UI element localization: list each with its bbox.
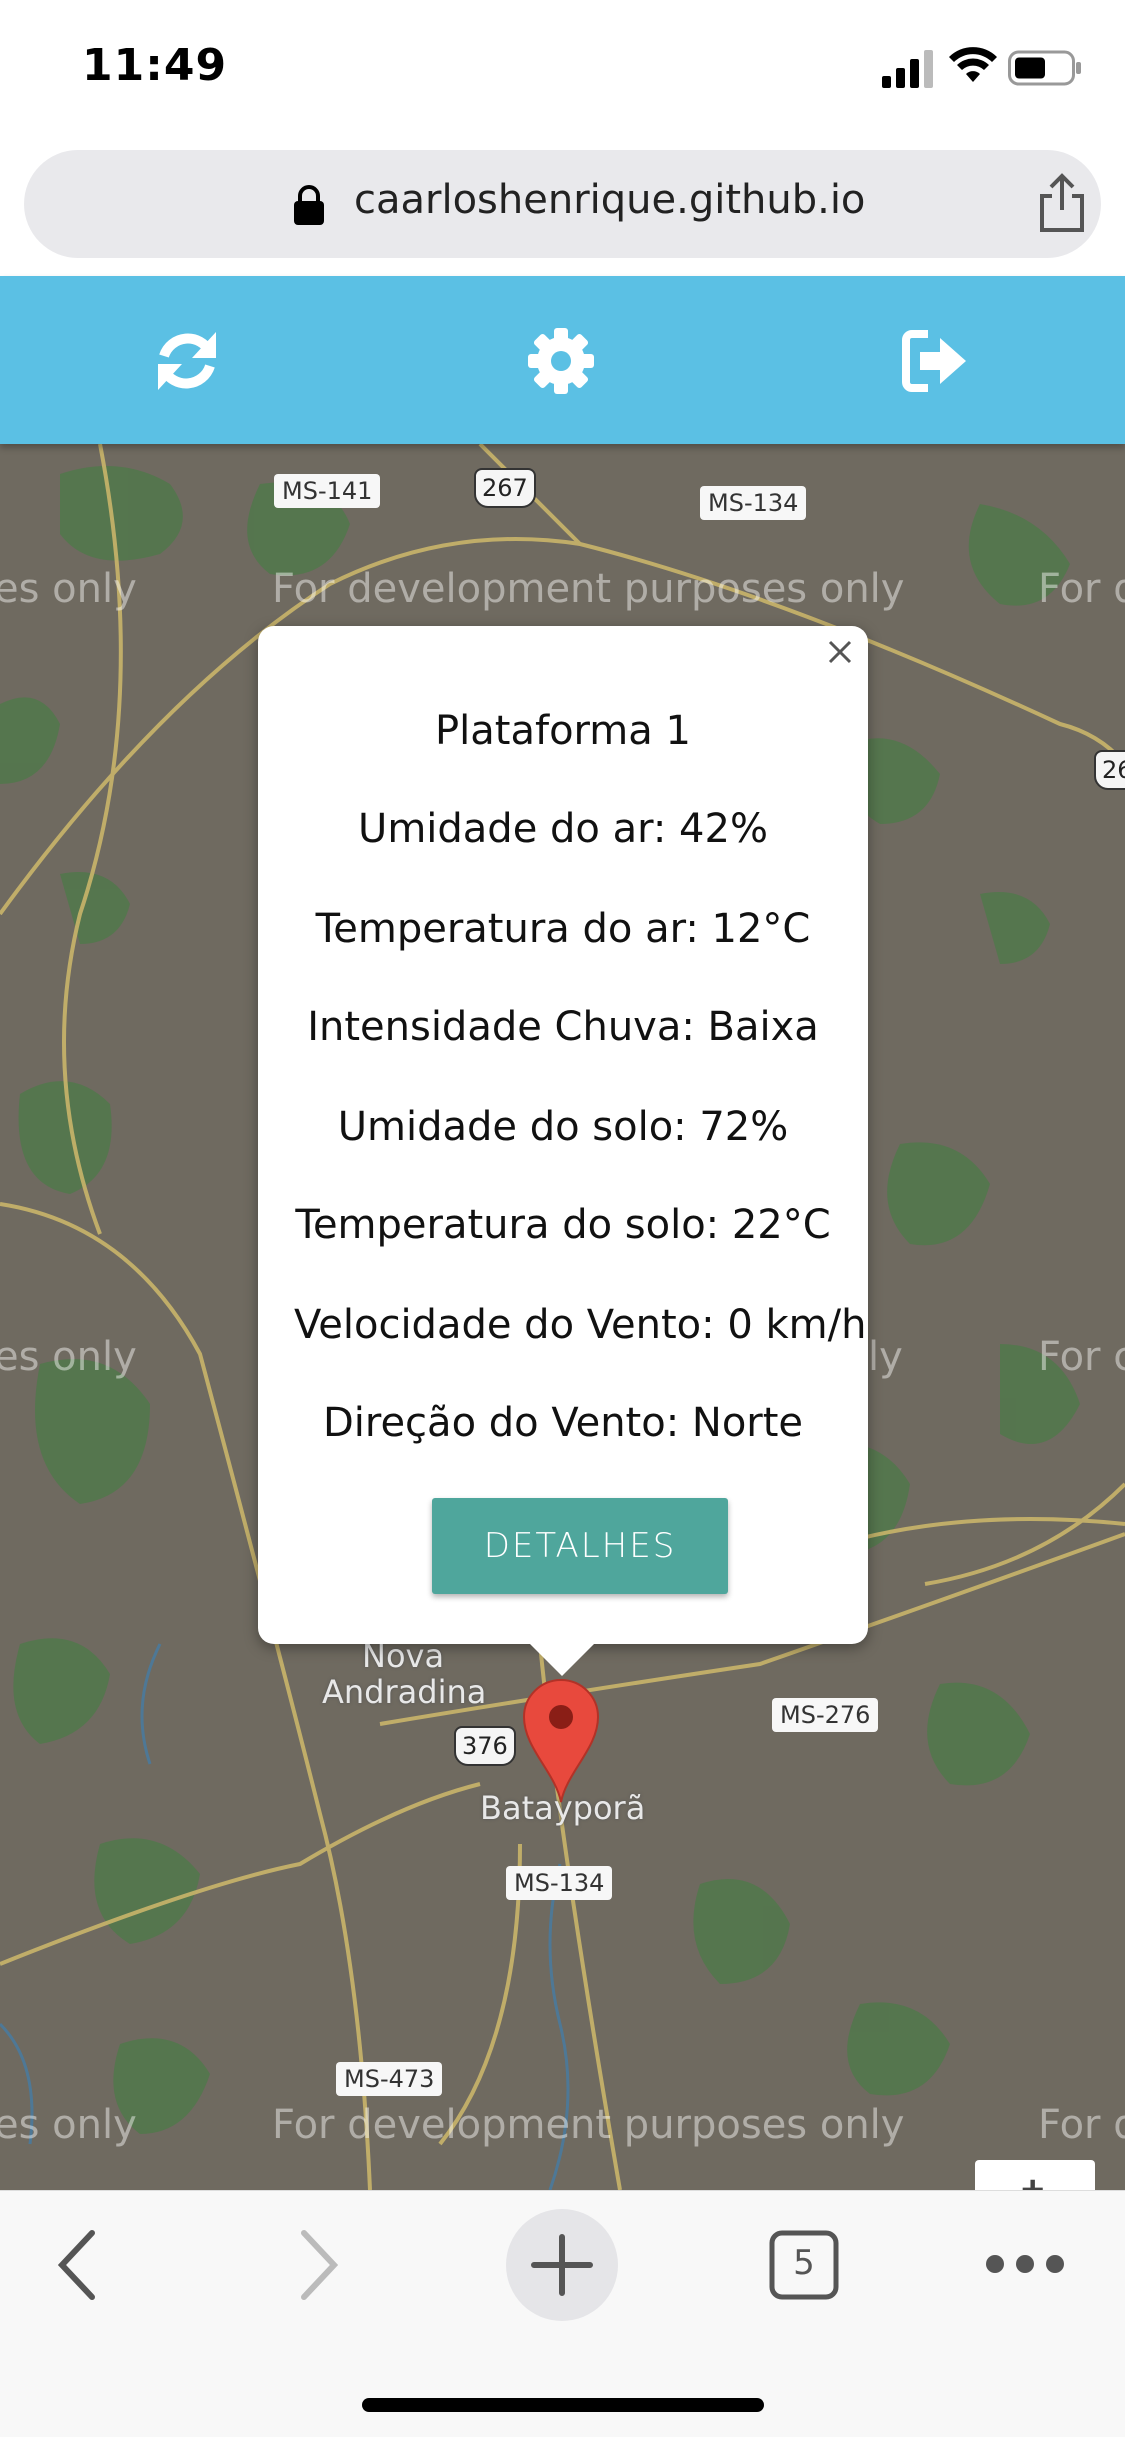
zoom-in-label: + [1021, 2168, 1045, 2190]
app-toolbar [0, 276, 1125, 444]
back-icon[interactable] [52, 2227, 102, 2303]
road-shield: 26 [1094, 750, 1125, 790]
tabs-button[interactable]: 5 [768, 2229, 840, 2301]
road-label: MS-134 [700, 486, 807, 520]
battery-icon [1008, 50, 1081, 86]
platform-title: Plataforma 1 [435, 708, 691, 754]
info-window: Plataforma 1 Umidade do ar: 42% Temperat… [258, 626, 868, 1676]
map-watermark: es only [0, 1334, 137, 1380]
reading-rain-intensity: Intensidade Chuva: Baixa [307, 1004, 819, 1050]
info-window-pointer [530, 1644, 594, 1676]
map-watermark: For d [1038, 2102, 1125, 2148]
road-label: MS-134 [506, 1866, 613, 1900]
reading-wind-speed: Velocidade do Vento: 0 km/h [294, 1302, 867, 1348]
address-bar[interactable]: caarloshenrique.github.io [24, 150, 1101, 258]
map-pin-icon[interactable] [520, 1676, 602, 1804]
map-watermark: For c [1038, 1334, 1125, 1380]
road-label: MS-276 [772, 1698, 879, 1732]
tab-count: 5 [793, 2243, 815, 2283]
more-icon[interactable] [984, 2251, 1066, 2277]
status-bar: 11:49 [0, 0, 1125, 140]
share-icon[interactable] [1034, 172, 1090, 234]
close-icon[interactable] [824, 636, 856, 668]
lock-icon [294, 185, 324, 225]
road-shield: 376 [454, 1726, 516, 1766]
cellular-signal-icon [882, 50, 933, 88]
status-time: 11:49 [82, 40, 228, 91]
refresh-icon[interactable] [152, 326, 222, 396]
zoom-in-button[interactable]: + [975, 2160, 1095, 2190]
gear-icon[interactable] [526, 326, 596, 396]
road-label: MS-141 [274, 474, 381, 508]
forward-icon[interactable] [294, 2227, 344, 2303]
map-watermark: For development purposes only [272, 2102, 905, 2148]
road-label: MS-473 [336, 2062, 443, 2096]
map-watermark: For development purposes only [272, 566, 905, 612]
map-watermark: ly [868, 1334, 903, 1380]
reading-soil-humidity: Umidade do solo: 72% [337, 1104, 789, 1150]
home-indicator [362, 2398, 764, 2412]
sign-out-icon[interactable] [900, 326, 970, 396]
road-shield: 267 [474, 468, 536, 508]
details-button[interactable]: DETALHES [432, 1498, 728, 1594]
wifi-icon [949, 47, 997, 82]
new-tab-icon[interactable] [506, 2209, 618, 2321]
place-label: Andradina [322, 1673, 487, 1711]
reading-soil-temperature: Temperatura do solo: 22°C [295, 1202, 831, 1248]
reading-wind-direction: Direção do Vento: Norte [322, 1400, 804, 1446]
url-text: caarloshenrique.github.io [354, 177, 866, 223]
map-watermark: For d [1038, 566, 1125, 612]
map-watermark: es only [0, 566, 137, 612]
map-watermark: es only [0, 2102, 137, 2148]
reading-air-temperature: Temperatura do ar: 12°C [315, 906, 811, 952]
reading-air-humidity: Umidade do ar: 42% [358, 806, 768, 852]
